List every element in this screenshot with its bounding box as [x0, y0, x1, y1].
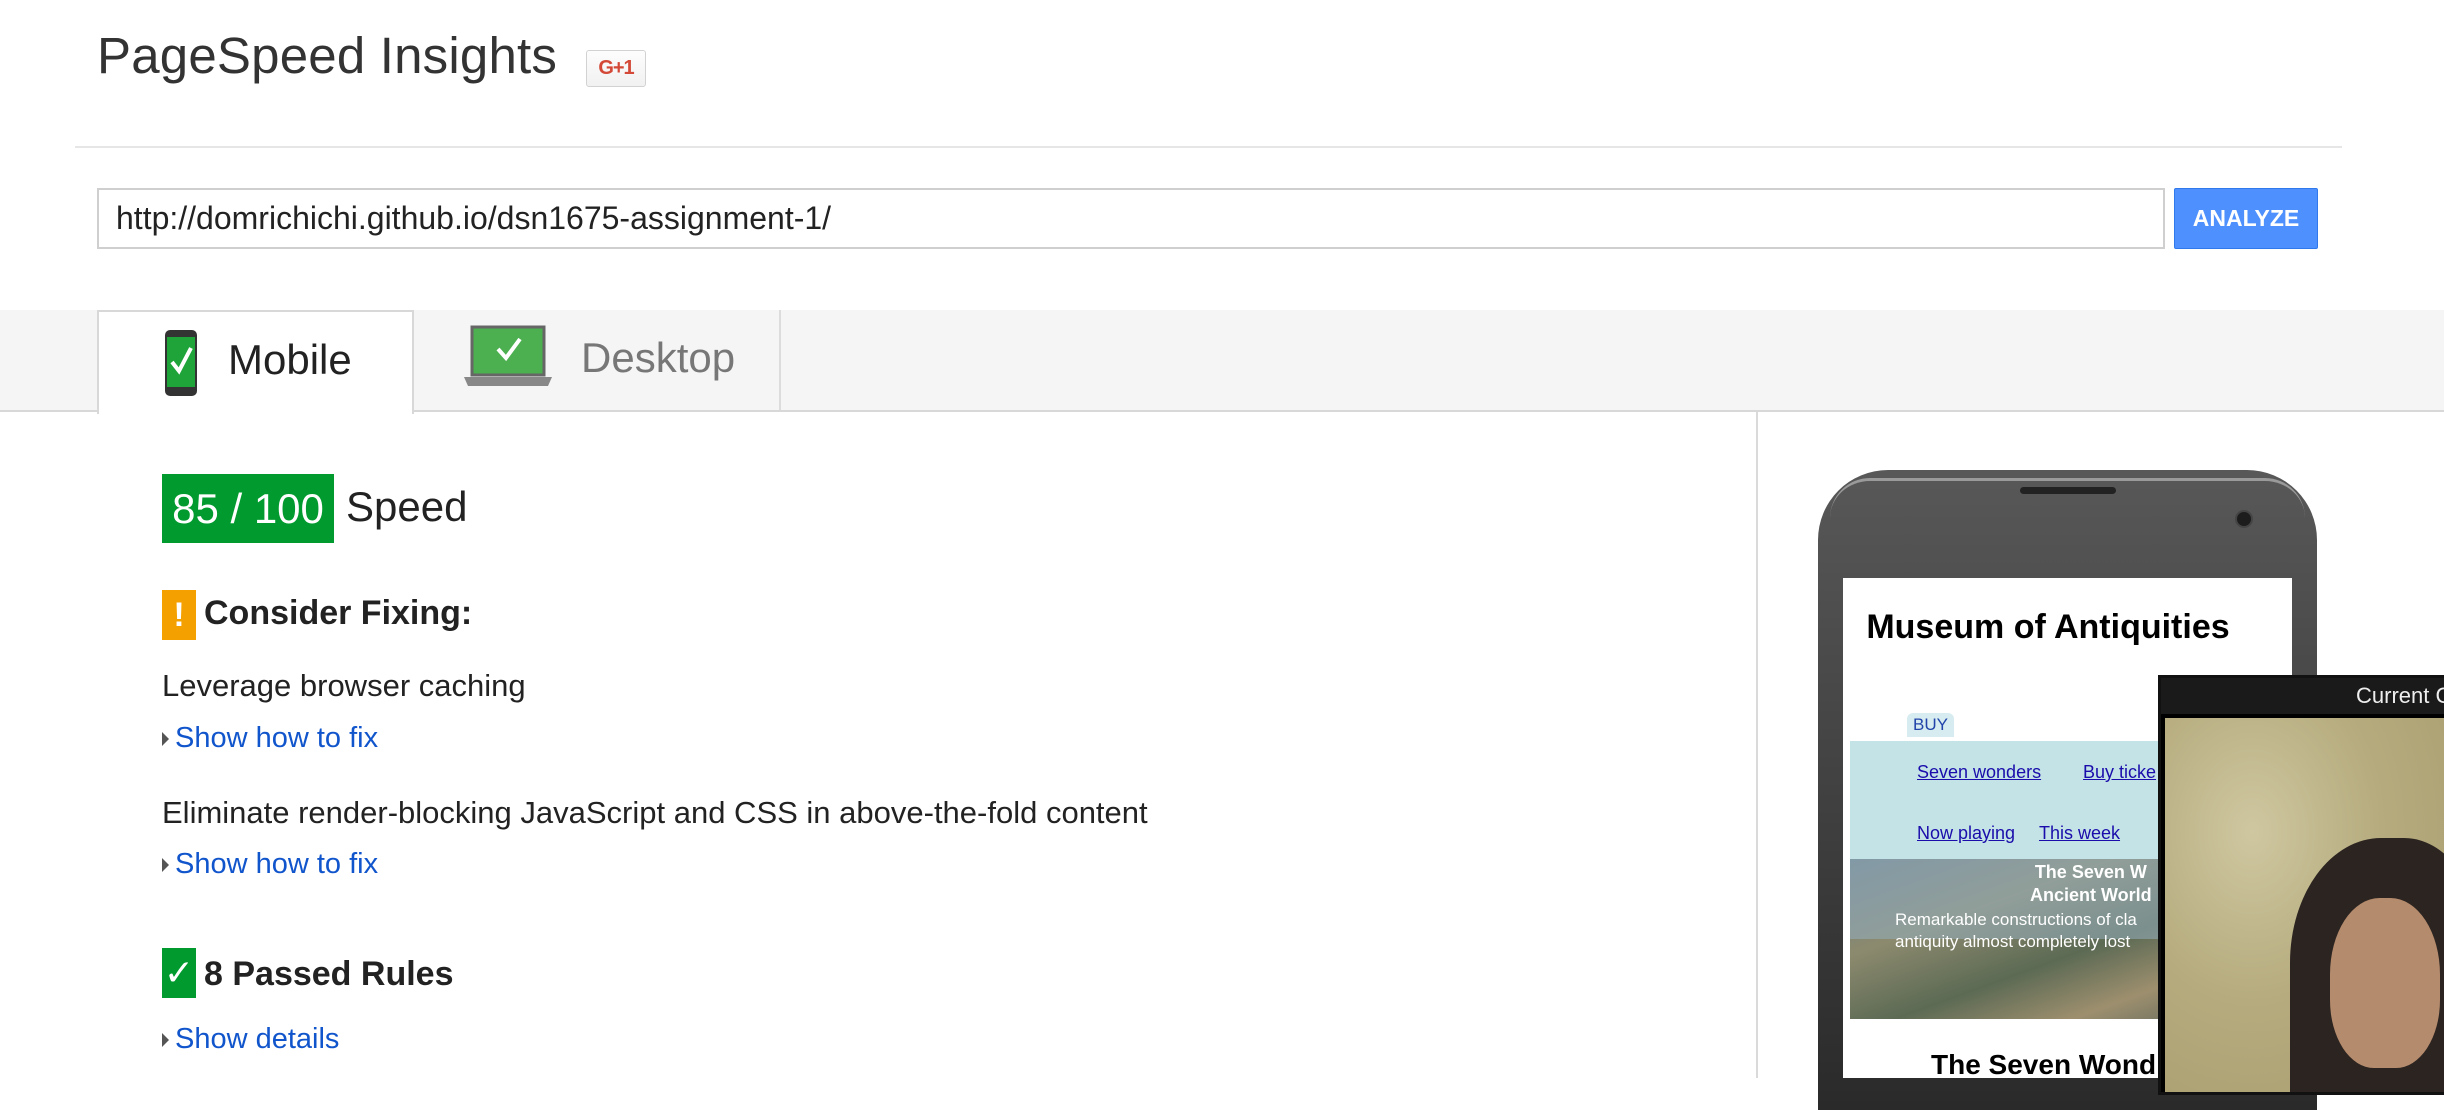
person-face	[2330, 898, 2440, 1068]
tab-mobile-label: Mobile	[228, 336, 352, 383]
link-label: Show details	[175, 1023, 340, 1055]
show-how-to-fix-link[interactable]: Show how to fix	[162, 848, 378, 881]
webcam-title: Current C	[2356, 683, 2444, 708]
preview-section-heading: The Seven Wond	[1931, 1049, 2157, 1078]
link-label: Show how to fix	[175, 848, 379, 880]
preview-nav-link: Buy ticke	[2083, 762, 2157, 782]
preview-nav-link: This week	[2039, 823, 2121, 843]
consider-fixing-heading: Consider Fixing:	[204, 594, 473, 632]
webcam-window[interactable]: Current C	[2158, 675, 2444, 1095]
preview-buy-tag: BUY	[1907, 713, 1954, 737]
url-input[interactable]	[97, 188, 2165, 249]
phone-camera	[2235, 510, 2253, 528]
score-badge: 85 / 100	[162, 474, 334, 543]
webcam-feed	[2165, 718, 2444, 1092]
score-label: Speed	[346, 483, 468, 530]
phone-check-icon	[165, 330, 197, 396]
show-how-to-fix-link[interactable]: Show how to fix	[162, 722, 378, 755]
expand-triangle-icon	[162, 857, 169, 872]
phone-speaker	[2020, 487, 2116, 494]
hero-title: The Seven W Ancient World	[2030, 861, 2152, 907]
page-title: PageSpeed Insights	[97, 27, 558, 84]
panel-divider	[1756, 412, 1758, 1078]
tab-desktop-label: Desktop	[581, 334, 736, 381]
tab-mobile[interactable]: Mobile	[97, 310, 414, 414]
preview-nav-link: Seven wonders	[1917, 762, 2042, 782]
check-icon: ✓	[162, 948, 196, 998]
expand-triangle-icon	[162, 731, 169, 746]
hero-title-line: Ancient World	[2030, 885, 2152, 905]
rule-title: Eliminate render-blocking JavaScript and…	[162, 795, 1148, 830]
preview-site-title: Museum of Antiquities	[1866, 608, 2230, 646]
analyze-button[interactable]: ANALYZE	[2174, 188, 2318, 249]
link-label: Show how to fix	[175, 722, 379, 754]
google-plus-one-button[interactable]: G+1	[586, 50, 646, 87]
preview-nav-link: Now playing	[1917, 823, 2016, 843]
show-details-link[interactable]: Show details	[162, 1023, 339, 1056]
phone-rim	[1830, 478, 2305, 518]
hero-sub-line: antiquity almost completely lost	[1895, 932, 2131, 951]
hero-title-line: The Seven W	[2034, 862, 2147, 882]
tab-desktop[interactable]: Desktop	[414, 310, 781, 410]
laptop-check-icon	[464, 325, 552, 386]
expand-triangle-icon	[162, 1032, 169, 1047]
warning-icon: !	[162, 590, 196, 640]
rule-title: Leverage browser caching	[162, 668, 526, 703]
passed-rules-heading: 8 Passed Rules	[204, 955, 454, 993]
hero-sub-line: Remarkable constructions of cla	[1895, 910, 2137, 929]
hero-subtitle: Remarkable constructions of cla antiquit…	[1895, 909, 2137, 953]
header-divider	[75, 146, 2342, 148]
